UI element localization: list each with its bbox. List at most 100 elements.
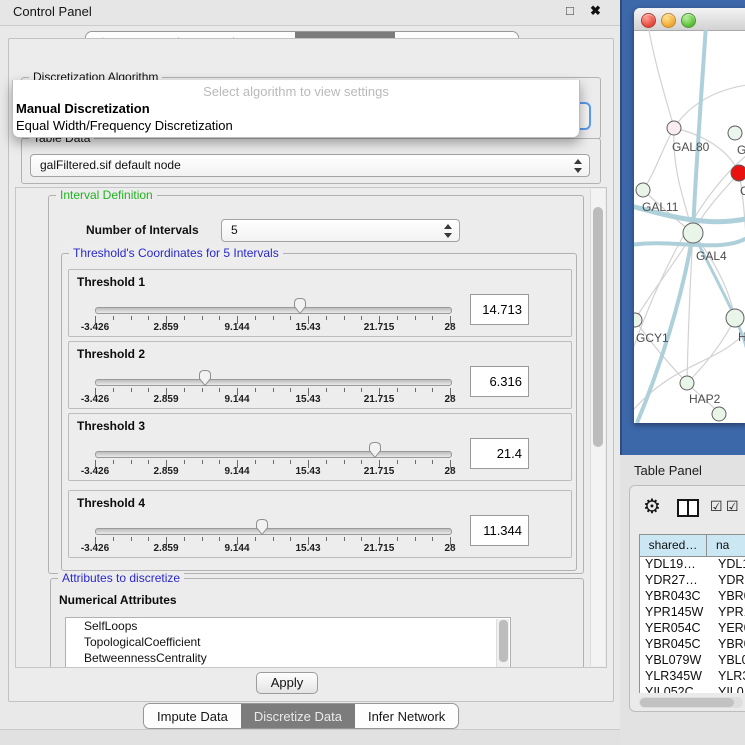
close-traffic-light-icon[interactable] <box>641 13 656 28</box>
tab-label: Discretize Data <box>254 709 342 724</box>
scale-label: 2.859 <box>153 322 178 333</box>
attributes-group: Attributes to discretize Numerical Attri… <box>50 578 584 668</box>
slider-handle[interactable] <box>292 297 308 315</box>
network-node[interactable] <box>683 223 703 243</box>
table-panel-body: ⚙ ☑ ☑ shared… na YDL19…YDL1YDR27…YDR2YBR… <box>629 485 745 712</box>
cell-name: YER0 <box>711 621 745 637</box>
threshold-value-field[interactable]: 21.4 <box>470 438 529 469</box>
network-node[interactable] <box>667 121 681 135</box>
combo-stepper-icon <box>444 224 453 238</box>
network-node-label: GAL4 <box>696 249 727 263</box>
tab-infer-network[interactable]: Infer Network <box>355 704 458 728</box>
bottom-tab-bar: Impute Data Discretize Data Infer Network <box>143 703 459 729</box>
table-row[interactable]: YLR345WYLR3 <box>640 669 745 685</box>
network-node-label: HAP2 <box>689 392 721 406</box>
table-row[interactable]: YBR043CYBR0 <box>640 589 745 605</box>
table-header-row[interactable]: shared… na <box>640 535 745 557</box>
dropdown-option-equal-width[interactable]: Equal Width/Frequency Discretization <box>16 118 233 133</box>
gear-icon[interactable]: ⚙ <box>643 494 661 519</box>
slider-handle[interactable] <box>197 369 213 387</box>
cell-shared-name: YLR345W <box>640 669 711 685</box>
number-of-intervals-select[interactable]: 5 <box>221 219 460 242</box>
threshold-value-field[interactable]: 11.344 <box>470 515 529 546</box>
slider-handle[interactable] <box>254 518 270 536</box>
scale-label: 28 <box>444 466 455 477</box>
network-canvas[interactable]: GAL80GACGAL11GAL4GCY1HHAP2 <box>634 30 745 423</box>
threshold-value-field[interactable]: 14.713 <box>470 294 529 325</box>
attribute-list-item[interactable]: BetweennessCentrality <box>66 650 510 666</box>
attribute-list-item[interactable]: SelfLoops <box>66 618 510 634</box>
tab-discretize-data[interactable]: Discretize Data <box>241 704 355 728</box>
table-row[interactable]: YBL079WYBL0 <box>640 653 745 669</box>
dropdown-option-manual[interactable]: Manual Discretization <box>16 101 150 116</box>
scale-label: 9.144 <box>224 543 249 554</box>
vertical-scrollbar[interactable] <box>590 189 605 666</box>
interval-definition-group-title: Interval Definition <box>56 188 157 202</box>
network-node[interactable] <box>726 309 744 327</box>
threshold-row: Threshold 3-3.4262.8599.14415.4321.71528… <box>68 413 572 481</box>
horizontal-scrollbar-thumb[interactable] <box>640 698 734 707</box>
table-row[interactable]: YIL052CYIL0 <box>640 685 745 693</box>
numerical-attributes-list[interactable]: SelfLoopsTopologicalCoefficientBetweenne… <box>65 617 511 668</box>
threshold-label: Threshold 3 <box>77 419 145 433</box>
table-row[interactable]: YBR045CYBR0 <box>640 637 745 653</box>
cell-shared-name: YDL19… <box>640 557 711 573</box>
network-window-titlebar[interactable] <box>634 8 745 31</box>
apply-button[interactable]: Apply <box>256 672 318 694</box>
network-node[interactable] <box>728 126 742 140</box>
zoom-traffic-light-icon[interactable] <box>681 13 696 28</box>
horizontal-scrollbar[interactable] <box>639 697 743 708</box>
checkbox-icon[interactable]: ☑ <box>710 498 723 515</box>
slider-ticks <box>95 460 450 469</box>
network-node[interactable] <box>636 183 650 197</box>
network-node[interactable] <box>731 165 745 181</box>
control-panel-title: Control Panel <box>13 4 92 19</box>
network-node-label: C <box>740 184 745 198</box>
node-table[interactable]: shared… na YDL19…YDL1YDR27…YDR2YBR043CYB… <box>639 534 745 693</box>
table-panel: Table Panel ⚙ ☑ ☑ shared… na YDL19…YDL1Y… <box>620 455 745 745</box>
slider-handle[interactable] <box>367 441 383 459</box>
tab-label: Infer Network <box>368 709 445 724</box>
checkbox-icon[interactable]: ☑ <box>726 498 739 515</box>
table-header-shared-name[interactable]: shared… <box>640 535 707 556</box>
table-data-select[interactable]: galFiltered.sif default node <box>30 154 590 177</box>
scale-label: -3.426 <box>81 394 109 405</box>
slider-track[interactable] <box>95 379 452 386</box>
cell-shared-name: YBR045C <box>640 637 711 653</box>
network-edge <box>674 85 745 128</box>
float-window-icon[interactable]: □ <box>566 3 574 18</box>
slider-track[interactable] <box>95 528 452 535</box>
slider-ticks <box>95 537 450 546</box>
columns-icon[interactable] <box>677 499 699 517</box>
attributes-scrollbar-thumb[interactable] <box>499 620 508 662</box>
network-node[interactable] <box>634 313 642 327</box>
tab-impute-data[interactable]: Impute Data <box>144 704 241 728</box>
network-node[interactable] <box>712 407 726 421</box>
threshold-value-field[interactable]: 6.316 <box>470 366 529 397</box>
network-node[interactable] <box>680 376 694 390</box>
table-row[interactable]: YDR27…YDR2 <box>640 573 745 589</box>
scale-label: 15.43 <box>295 466 320 477</box>
minimize-traffic-light-icon[interactable] <box>661 13 676 28</box>
attribute-list-item[interactable]: TopologicalCoefficient <box>66 634 510 650</box>
tab-label: Impute Data <box>157 709 228 724</box>
settings-scrollpane: Interval Definition Number of Intervals … <box>15 187 607 668</box>
table-row[interactable]: YDL19…YDL1 <box>640 557 745 573</box>
combo-stepper-icon <box>574 159 583 173</box>
slider-track[interactable] <box>95 307 452 314</box>
network-node-label: GA <box>737 143 745 157</box>
cell-shared-name: YPR145W <box>640 605 711 621</box>
vertical-scrollbar-thumb[interactable] <box>593 207 603 447</box>
slider-track[interactable] <box>95 451 452 458</box>
network-edge <box>643 128 674 190</box>
cell-shared-name: YBL079W <box>640 653 711 669</box>
table-row[interactable]: YER054CYER0 <box>640 621 745 637</box>
network-window[interactable]: GAL80GACGAL11GAL4GCY1HHAP2 <box>634 8 745 423</box>
close-icon[interactable]: ✖ <box>590 3 601 19</box>
scale-label: 2.859 <box>153 466 178 477</box>
number-of-intervals-value: 5 <box>231 220 238 241</box>
table-header-name[interactable]: na <box>707 535 745 556</box>
table-row[interactable]: YPR145WYPR1 <box>640 605 745 621</box>
scale-label: -3.426 <box>81 466 109 477</box>
attributes-list-scrollbar[interactable] <box>496 619 509 668</box>
